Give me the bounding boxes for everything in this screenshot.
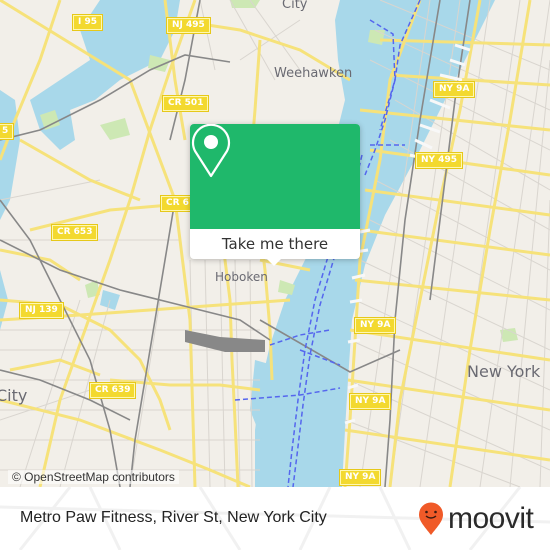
location-title: Metro Paw Fitness, River St, New York Ci… [20,509,327,526]
popup-pointer [266,258,282,266]
map-attribution[interactable]: © OpenStreetMap contributors [8,470,179,484]
road-shield-cr6: CR 6 [161,196,194,211]
road-shield-cr639: CR 639 [90,383,136,398]
road-shield-ny9a: NY 9A [355,318,396,333]
place-label-hoboken: Hoboken [215,270,268,284]
road-shield-cr653: CR 653 [52,225,98,240]
map-view[interactable]: I 95 NJ 495 CR 501 CR 6 5 CR 653 NJ 139 … [0,0,550,487]
popup-header [190,124,360,229]
hoboken-terminal [185,330,265,352]
road-shield-nj139: NJ 139 [20,303,63,318]
take-me-there-button[interactable]: Take me there [190,229,360,259]
road-shield-5: 5 [0,124,14,139]
map-pin-icon [191,124,231,178]
footer: Metro Paw Fitness, River St, New York Ci… [0,487,550,550]
moovit-logo[interactable]: moovit [418,499,534,539]
road-shield-cr501: CR 501 [163,96,209,111]
location-popup: Take me there [190,124,360,266]
road-shield-nj495: NJ 495 [167,18,210,33]
road-shield-i95: I 95 [73,15,103,30]
place-label-new-york: New York [467,362,541,381]
road-shield-ny9a: NY 9A [434,82,475,97]
place-label-city: City [282,0,308,12]
road-shield-ny9a: NY 9A [340,470,381,485]
moovit-logo-text: moovit [448,502,534,535]
place-label-weehawken: Weehawken [274,66,353,81]
moovit-pin-icon [419,502,443,535]
place-label-jersey-city: City [0,386,28,405]
road-shield-ny9a: NY 9A [350,394,391,409]
road-shield-ny495: NY 495 [416,153,462,168]
